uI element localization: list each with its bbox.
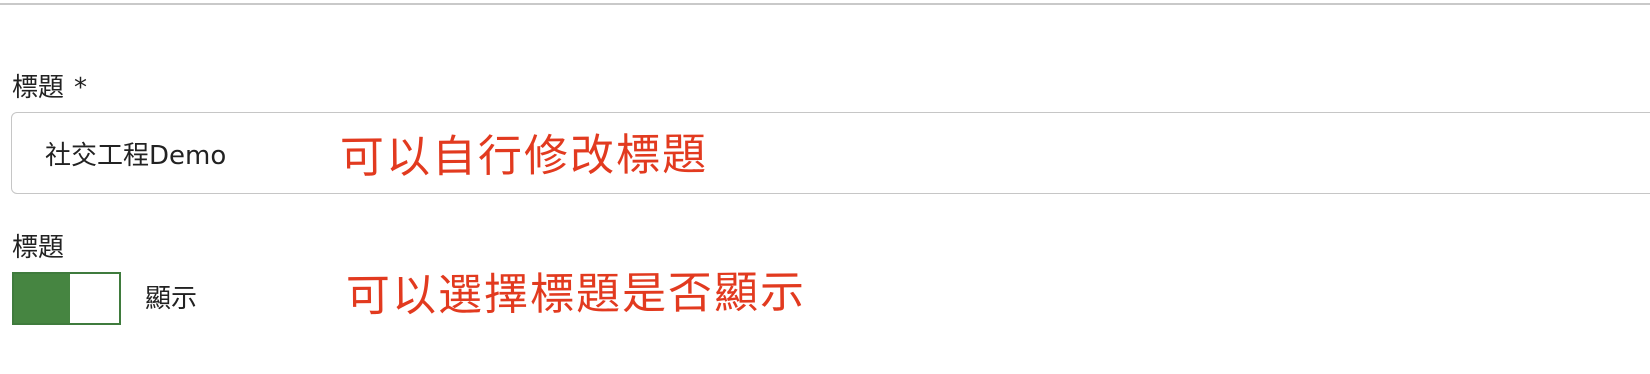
title-visibility-label: 標題	[12, 233, 65, 263]
title-label-text: 標題	[12, 73, 65, 103]
toggle-on-segment	[14, 274, 70, 323]
top-divider	[0, 3, 1650, 5]
edit-title-annotation: 可以自行修改標題	[339, 129, 709, 184]
title-input[interactable]	[11, 112, 1650, 194]
title-field-label: 標題 *	[12, 72, 87, 104]
toggle-state-text: 顯示	[145, 284, 198, 314]
toggle-title-annotation: 可以選擇標題是否顯示	[345, 266, 807, 323]
required-marker: *	[74, 73, 88, 103]
title-visibility-toggle[interactable]	[12, 272, 121, 325]
